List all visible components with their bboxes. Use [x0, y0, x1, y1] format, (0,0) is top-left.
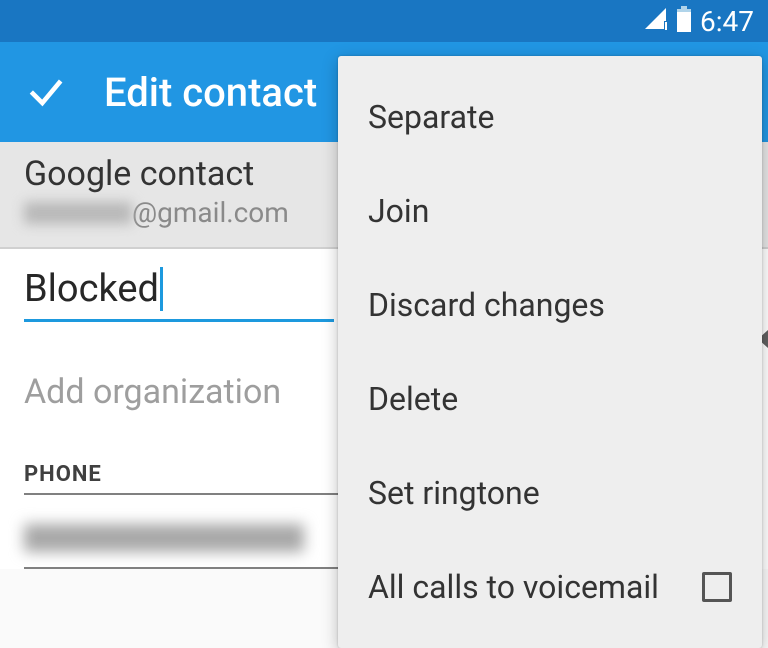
- text-cursor: [160, 267, 163, 311]
- overflow-menu: Separate Join Discard changes Delete Set…: [338, 56, 762, 648]
- menu-separate[interactable]: Separate: [338, 70, 762, 164]
- name-value: Blocked: [24, 267, 159, 311]
- email-suffix: @gmail.com: [132, 196, 289, 229]
- voicemail-checkbox[interactable]: [702, 572, 732, 602]
- phone-redacted: [24, 524, 304, 552]
- name-input[interactable]: Blocked: [24, 267, 334, 322]
- menu-set-ringtone[interactable]: Set ringtone: [338, 446, 762, 540]
- status-bar: 6:47: [0, 0, 768, 42]
- signal-icon: [644, 7, 668, 35]
- menu-voicemail-label: All calls to voicemail: [368, 568, 659, 606]
- page-title: Edit contact: [104, 69, 317, 116]
- menu-all-calls-voicemail[interactable]: All calls to voicemail: [338, 540, 762, 634]
- battery-icon: [676, 6, 692, 36]
- done-button[interactable]: [24, 70, 68, 114]
- email-redacted: [24, 202, 132, 224]
- status-time: 6:47: [700, 5, 754, 38]
- menu-delete[interactable]: Delete: [338, 352, 762, 446]
- menu-join[interactable]: Join: [338, 164, 762, 258]
- menu-discard-changes[interactable]: Discard changes: [338, 258, 762, 352]
